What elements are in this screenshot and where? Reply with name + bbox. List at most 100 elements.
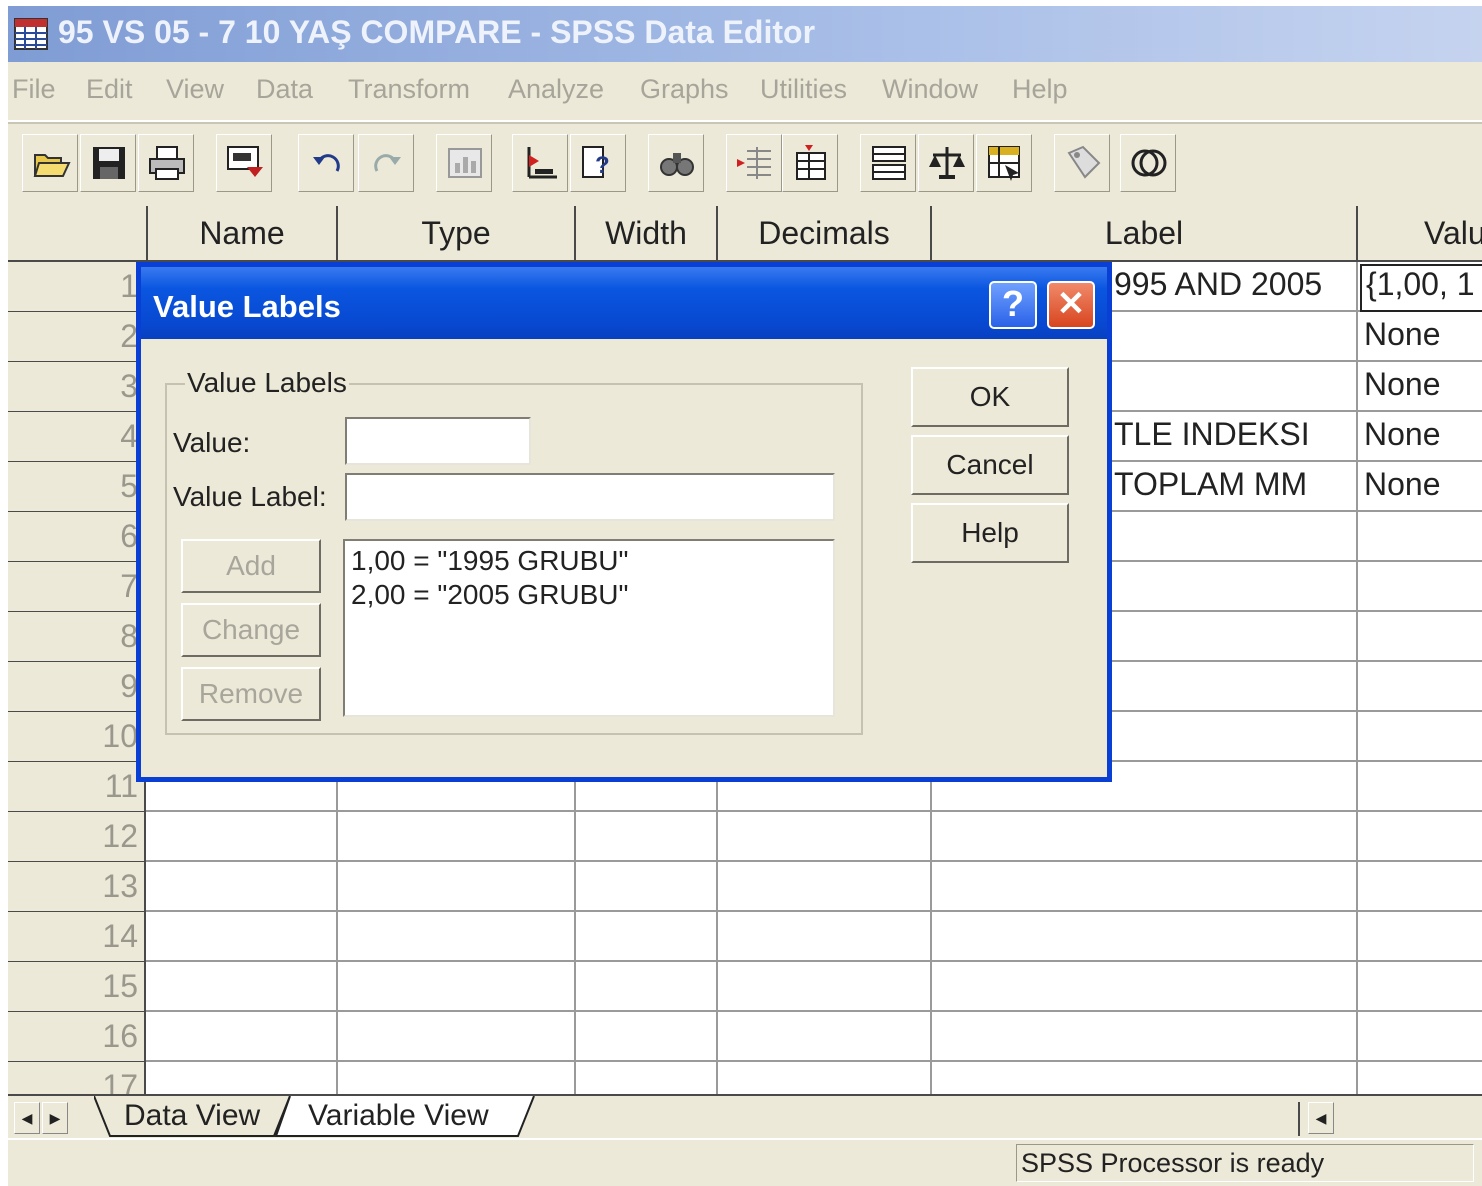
values-cell-active[interactable]: {1,00, 1	[1360, 264, 1482, 312]
goto-case-icon	[527, 147, 557, 179]
table-row[interactable]	[146, 812, 1482, 862]
row-header[interactable]: 12	[8, 812, 146, 862]
value-labels-icon	[1067, 145, 1101, 179]
table-row[interactable]	[146, 1012, 1482, 1062]
find-button[interactable]	[648, 134, 704, 192]
menu-data[interactable]: Data	[256, 74, 313, 105]
insert-variable-button[interactable]	[782, 134, 838, 192]
values-cell[interactable]: None	[1364, 416, 1441, 453]
save-icon	[93, 147, 125, 179]
menu-graphs[interactable]: Graphs	[640, 74, 729, 105]
select-cases-button[interactable]	[976, 134, 1032, 192]
menu-edit[interactable]: Edit	[86, 74, 133, 105]
print-button[interactable]	[138, 134, 194, 192]
menu-utilities[interactable]: Utilities	[760, 74, 847, 105]
redo-button[interactable]	[358, 134, 414, 192]
menu-transform[interactable]: Transform	[348, 74, 470, 105]
use-sets-icon	[1131, 149, 1167, 177]
print-icon	[149, 146, 185, 180]
label-cell[interactable]: TLE INDEKSI	[1114, 416, 1310, 453]
dialog-recall-button[interactable]	[216, 134, 272, 192]
menu-window[interactable]: Window	[882, 74, 978, 105]
weight-cases-button[interactable]	[918, 134, 974, 192]
help-caption-button[interactable]: ?	[989, 281, 1037, 329]
column-header-decimals[interactable]: Decimals	[718, 206, 932, 262]
list-item[interactable]: 2,00 = "2005 GRUBU"	[351, 579, 628, 611]
undo-button[interactable]	[298, 134, 354, 192]
value-labels-list[interactable]: 1,00 = "1995 GRUBU" 2,00 = "2005 GRUBU"	[343, 539, 835, 717]
row-header[interactable]: 1	[8, 262, 146, 312]
cancel-button[interactable]: Cancel	[911, 435, 1069, 495]
row-header[interactable]: 2	[8, 312, 146, 362]
status-bar: SPSS Processor is ready	[8, 1138, 1482, 1186]
corner-cell[interactable]	[8, 206, 148, 262]
row-header[interactable]: 7	[8, 562, 146, 612]
add-button[interactable]: Add	[181, 539, 321, 593]
horizontal-scrollbar[interactable]: ◀	[1298, 1102, 1482, 1136]
menu-view[interactable]: View	[166, 74, 224, 105]
close-button[interactable]: ✕	[1047, 281, 1095, 329]
tab-scroll-left-button[interactable]: ◀	[14, 1102, 40, 1134]
tab-variable-view[interactable]: Variable View	[308, 1096, 489, 1136]
row-header[interactable]: 15	[8, 962, 146, 1012]
window-title-bar[interactable]: 95 VS 05 - 7 10 YAŞ COMPARE - SPSS Data …	[8, 6, 1482, 62]
values-cell[interactable]: None	[1364, 366, 1441, 403]
column-header-label[interactable]: Label	[932, 206, 1358, 262]
value-labels-button[interactable]	[1054, 134, 1110, 192]
row-header[interactable]: 8	[8, 612, 146, 662]
row-header[interactable]: 9	[8, 662, 146, 712]
insert-cases-button[interactable]	[726, 134, 782, 192]
dialog-title-bar[interactable]: Value Labels ? ✕	[141, 267, 1107, 339]
label-cell[interactable]: 995 AND 2005	[1114, 266, 1322, 303]
help-button[interactable]: Help	[911, 503, 1069, 563]
label-cell[interactable]: TOPLAM MM	[1114, 466, 1307, 503]
menu-file[interactable]: File	[12, 74, 56, 105]
variables-button[interactable]: ?	[570, 134, 626, 192]
remove-button[interactable]: Remove	[181, 667, 321, 721]
row-header[interactable]: 6	[8, 512, 146, 562]
column-header-values[interactable]: Valu	[1358, 206, 1482, 262]
spss-app-icon	[14, 18, 48, 50]
values-cell[interactable]: None	[1364, 316, 1441, 353]
window-title: 95 VS 05 - 7 10 YAŞ COMPARE - SPSS Data …	[58, 14, 816, 50]
column-header-type[interactable]: Type	[338, 206, 576, 262]
table-row[interactable]	[146, 1062, 1482, 1094]
insert-variable-icon	[796, 145, 826, 180]
row-header[interactable]: 14	[8, 912, 146, 962]
list-item[interactable]: 1,00 = "1995 GRUBU"	[351, 545, 628, 577]
row-header[interactable]: 11	[8, 762, 146, 812]
row-header[interactable]: 5	[8, 462, 146, 512]
menu-analyze[interactable]: Analyze	[508, 74, 604, 105]
row-header[interactable]: 17	[8, 1062, 146, 1094]
find-icon	[660, 153, 694, 176]
open-button[interactable]	[22, 134, 78, 192]
use-sets-button[interactable]	[1120, 134, 1176, 192]
split-file-icon	[872, 146, 906, 180]
row-header[interactable]: 13	[8, 862, 146, 912]
table-row[interactable]	[146, 862, 1482, 912]
dialog-recall-icon	[227, 146, 263, 177]
value-label-input[interactable]	[345, 473, 835, 521]
row-header[interactable]: 3	[8, 362, 146, 412]
menu-help[interactable]: Help	[1012, 74, 1068, 105]
chart-button[interactable]	[436, 134, 492, 192]
table-row[interactable]	[146, 962, 1482, 1012]
menu-bar: File Edit View Data Transform Analyze Gr…	[8, 62, 1482, 122]
row-header[interactable]: 16	[8, 1012, 146, 1062]
tab-data-view[interactable]: Data View	[124, 1096, 260, 1136]
column-header-width[interactable]: Width	[576, 206, 718, 262]
table-row[interactable]	[146, 912, 1482, 962]
values-cell[interactable]: None	[1364, 466, 1441, 503]
column-header-name[interactable]: Name	[148, 206, 338, 262]
split-file-button[interactable]	[860, 134, 916, 192]
ok-button[interactable]: OK	[911, 367, 1069, 427]
value-input[interactable]	[345, 417, 531, 465]
dialog-title: Value Labels	[153, 289, 341, 324]
goto-case-button[interactable]	[512, 134, 568, 192]
row-header[interactable]: 10	[8, 712, 146, 762]
tab-scroll-right-button[interactable]: ▶	[42, 1102, 68, 1134]
save-button[interactable]	[80, 134, 136, 192]
row-header[interactable]: 4	[8, 412, 146, 462]
scroll-left-button[interactable]: ◀	[1308, 1102, 1334, 1134]
change-button[interactable]: Change	[181, 603, 321, 657]
